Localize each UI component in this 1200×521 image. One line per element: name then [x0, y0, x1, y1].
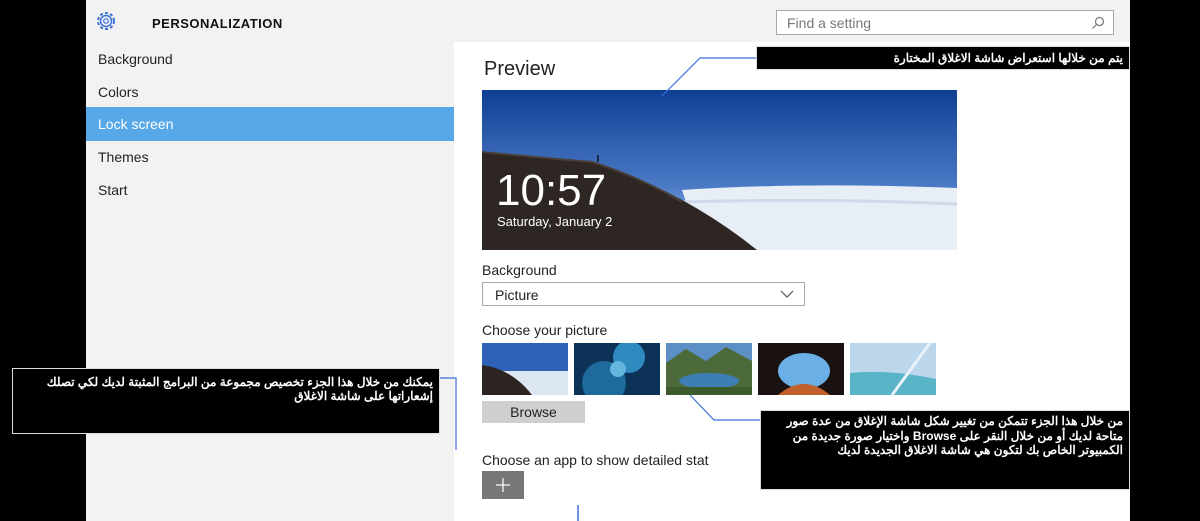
preview-heading: Preview	[484, 58, 556, 80]
sidebar-item-lock-screen[interactable]: Lock screen	[86, 107, 454, 141]
plus-icon	[496, 478, 510, 492]
page-title: PERSONALIZATION	[152, 16, 283, 31]
gear-icon	[97, 12, 115, 30]
background-dropdown-value: Picture	[495, 287, 539, 303]
picture-thumbnail-3[interactable]	[666, 343, 752, 395]
picture-thumbnail-5[interactable]	[850, 343, 936, 395]
lock-screen-preview: 10:57 Saturday, January 2	[482, 90, 957, 250]
add-app-button[interactable]	[482, 471, 524, 499]
sidebar-item-themes[interactable]: Themes	[86, 140, 454, 174]
thumbnail-image-5	[850, 343, 936, 395]
sidebar: Background Colors Lock screen Themes Sta…	[86, 42, 454, 521]
background-dropdown[interactable]: Picture	[482, 282, 805, 306]
search-icon[interactable]	[1091, 16, 1105, 30]
picture-thumbnail-4[interactable]	[758, 343, 844, 395]
sidebar-item-start[interactable]: Start	[86, 173, 454, 207]
title-bar: PERSONALIZATION Find a setting	[86, 0, 1130, 42]
background-label: Background	[482, 262, 557, 278]
picture-thumbnail-1[interactable]	[482, 343, 568, 395]
thumbnail-image-2	[574, 343, 660, 395]
picture-thumbnail-2[interactable]	[574, 343, 660, 395]
browse-button[interactable]: Browse	[482, 401, 585, 423]
thumbnail-image-4	[758, 343, 844, 395]
thumbnail-image-3	[666, 343, 752, 395]
sidebar-item-colors[interactable]: Colors	[86, 75, 454, 109]
search-placeholder: Find a setting	[787, 15, 872, 31]
preview-time: 10:57	[496, 166, 607, 215]
preview-date: Saturday, January 2	[497, 214, 613, 229]
search-input[interactable]: Find a setting	[776, 10, 1114, 35]
preview-annotation: يتم من خلالها استعراض شاشة الاغلاق المخت…	[756, 46, 1130, 70]
chevron-down-icon[interactable]	[780, 290, 794, 298]
sidebar-item-background[interactable]: Background	[86, 42, 454, 76]
picture-annotation: من خلال هذا الجزء تتمكن من تغيير شكل شاش…	[760, 410, 1130, 490]
apps-annotation: يمكنك من خلال هذا الجزء تخصيص مجموعة من …	[12, 368, 440, 434]
thumbnail-image-1	[482, 343, 568, 395]
choose-app-label: Choose an app to show detailed stat	[482, 452, 709, 468]
choose-picture-label: Choose your picture	[482, 322, 608, 338]
